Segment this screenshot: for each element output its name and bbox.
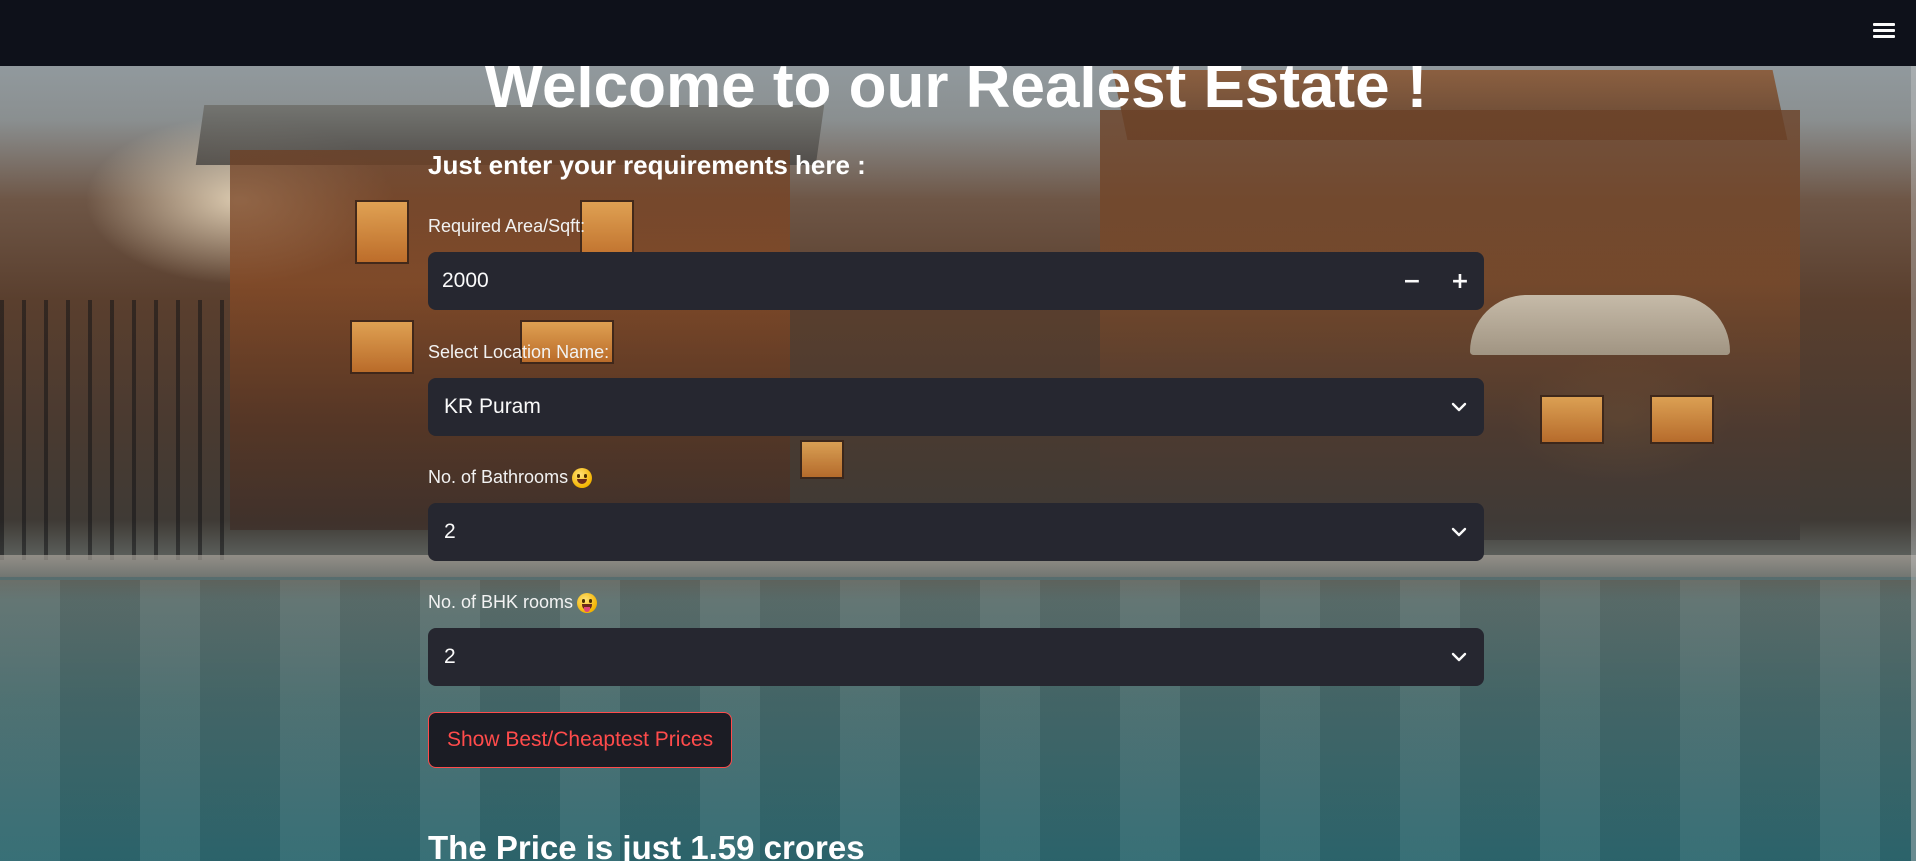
bathrooms-select[interactable]: 2 — [428, 503, 1484, 561]
grinning-face-icon — [572, 467, 593, 488]
area-label-row: Required Area/Sqft: — [428, 216, 585, 237]
increment-button[interactable]: + — [1436, 252, 1484, 310]
location-selected-value[interactable]: KR Puram — [428, 395, 1434, 419]
background-pool-reflection — [0, 580, 1916, 864]
face-with-tongue-icon — [577, 592, 598, 613]
background-window — [355, 200, 409, 264]
bathrooms-selected-value[interactable]: 2 — [428, 520, 1434, 544]
bhk-selected-value[interactable]: 2 — [428, 645, 1434, 669]
chevron-down-icon[interactable] — [1434, 628, 1484, 686]
bhk-label-row: No. of BHK rooms — [428, 592, 598, 613]
bathrooms-label-row: No. of Bathrooms — [428, 467, 593, 488]
chevron-down-icon[interactable] — [1434, 503, 1484, 561]
location-label-row: Select Location Name: — [428, 342, 609, 363]
page-subtitle: Just enter your requirements here : — [428, 150, 866, 180]
hamburger-menu-icon[interactable] — [1870, 20, 1898, 48]
area-label: Required Area/Sqft: — [428, 216, 586, 236]
background-window — [800, 440, 844, 479]
area-input-value[interactable]: 2000 — [428, 269, 1388, 293]
background-fence — [0, 300, 240, 560]
decrement-button[interactable]: − — [1388, 252, 1436, 310]
background-umbrella — [1470, 295, 1730, 355]
scrollbar[interactable] — [1911, 66, 1916, 861]
top-header-bar — [0, 0, 1916, 66]
location-label: Select Location Name: — [428, 342, 610, 362]
bhk-select[interactable]: 2 — [428, 628, 1484, 686]
show-prices-button[interactable]: Show Best/Cheaptest Prices — [428, 712, 733, 768]
app-root: Welcome to our Realest Estate ! Just ent… — [0, 0, 1916, 864]
scrollbar-thumb[interactable] — [1911, 66, 1916, 861]
background-window — [1650, 395, 1714, 444]
location-select[interactable]: KR Puram — [428, 378, 1484, 436]
chevron-down-icon[interactable] — [1434, 378, 1484, 436]
bhk-label: No. of BHK rooms — [428, 592, 574, 612]
price-result: The Price is just 1.59 crores — [428, 829, 865, 864]
bathrooms-label: No. of Bathrooms — [428, 467, 569, 487]
background-window — [1540, 395, 1604, 444]
background-window — [350, 320, 414, 374]
area-number-input[interactable]: 2000 − + — [428, 252, 1484, 310]
